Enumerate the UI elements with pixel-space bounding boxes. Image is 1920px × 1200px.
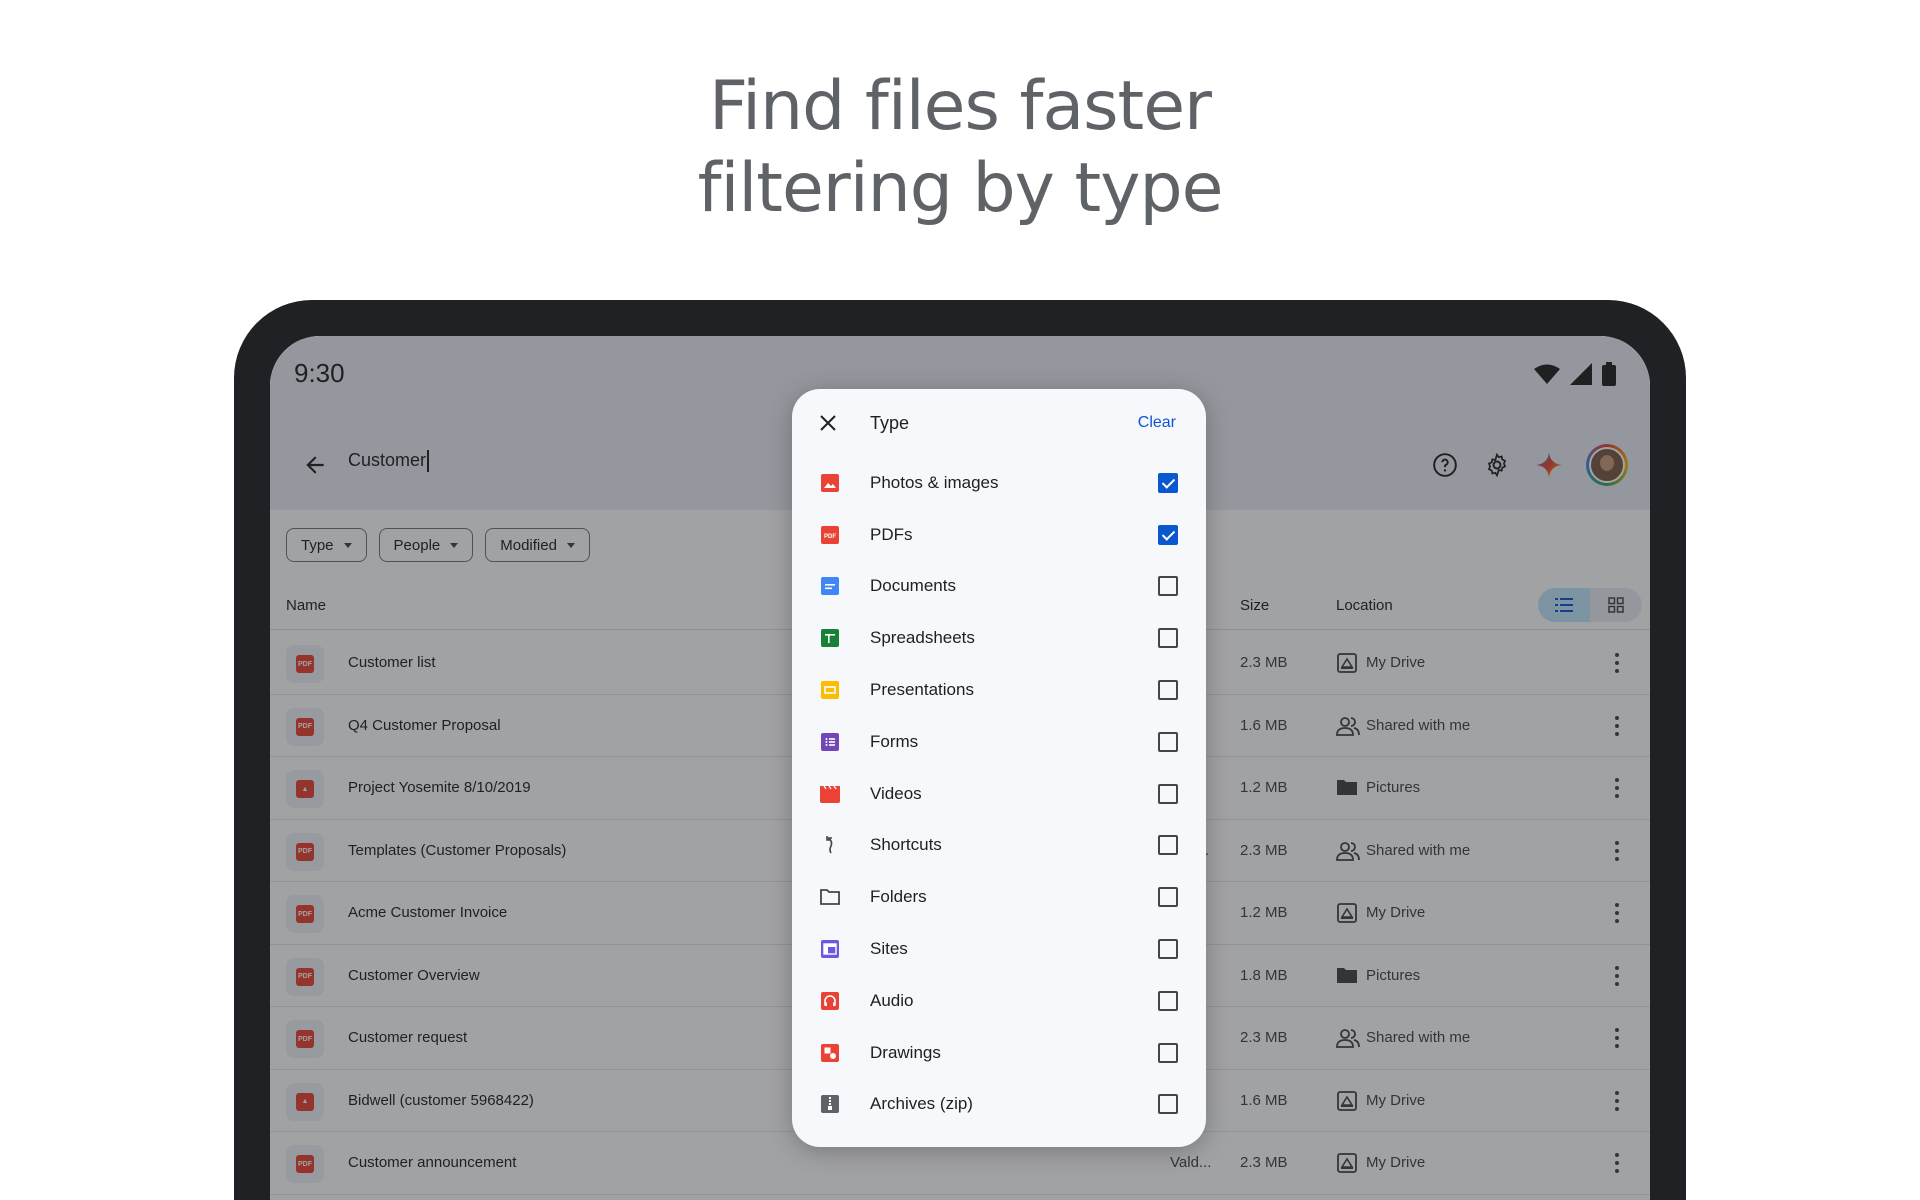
pdf-icon: PDF (820, 525, 840, 545)
type-option-label: Drawings (870, 1042, 941, 1062)
type-option-label: Videos (870, 783, 922, 803)
photo-icon (820, 473, 840, 493)
type-option-spreadsheets[interactable]: Spreadsheets (792, 612, 1206, 664)
forms-icon (820, 732, 840, 752)
checkbox[interactable] (1158, 472, 1178, 493)
close-icon[interactable] (818, 413, 838, 433)
type-option-folders[interactable]: Folders (792, 871, 1206, 923)
dialog-title: Type (870, 413, 910, 433)
headline: Find files faster filtering by type (0, 66, 1920, 230)
checkbox[interactable] (1158, 990, 1178, 1011)
type-option-presentations[interactable]: Presentations (792, 664, 1206, 716)
clear-button[interactable]: Clear (1138, 414, 1176, 432)
type-option-archives-zip[interactable]: Archives (zip) (792, 1079, 1206, 1131)
type-option-audio[interactable]: Audio (792, 975, 1206, 1027)
shortcut-icon (820, 835, 840, 855)
type-options: Photos & images PDF PDFs Documents Spreadshe… (792, 457, 1206, 1130)
checkbox[interactable] (1158, 731, 1178, 752)
checkbox[interactable] (1158, 680, 1178, 701)
type-option-forms[interactable]: Forms (792, 716, 1206, 768)
type-option-label: Spreadsheets (870, 628, 975, 648)
type-option-pdfs[interactable]: PDF PDFs (792, 509, 1206, 561)
type-option-drawings[interactable]: Drawings (792, 1027, 1206, 1079)
sheets-icon (820, 628, 840, 648)
type-option-videos[interactable]: Videos (792, 768, 1206, 820)
checkbox[interactable] (1158, 783, 1178, 804)
type-option-shortcuts[interactable]: Shortcuts (792, 820, 1206, 872)
drawings-icon (820, 1043, 840, 1063)
type-option-label: Folders (870, 887, 927, 907)
promo-page: Find files faster filtering by type 9:30… (0, 0, 1920, 1200)
tablet-screen: 9:30 Customer Type People Modified Name … (270, 336, 1650, 1200)
svg-text:PDF: PDF (824, 534, 836, 540)
checkbox[interactable] (1158, 1042, 1178, 1063)
checkbox[interactable] (1158, 1094, 1178, 1115)
archive-icon (820, 1094, 840, 1114)
checkbox[interactable] (1158, 576, 1178, 597)
folder-icon (820, 887, 840, 907)
audio-icon (820, 991, 840, 1011)
type-option-label: PDFs (870, 524, 913, 544)
type-option-label: Photos & images (870, 472, 999, 492)
type-option-label: Archives (zip) (870, 1094, 973, 1114)
checkbox[interactable] (1158, 628, 1178, 649)
headline-line-2: filtering by type (697, 149, 1224, 228)
headline-line-1: Find files faster (708, 67, 1212, 146)
type-option-label: Sites (870, 939, 908, 959)
type-option-photos-images[interactable]: Photos & images (792, 457, 1206, 509)
type-option-label: Audio (870, 990, 914, 1010)
type-option-label: Shortcuts (870, 835, 942, 855)
tablet-frame: 9:30 Customer Type People Modified Name … (234, 300, 1686, 1200)
type-option-sites[interactable]: Sites (792, 923, 1206, 975)
type-filter-dialog: Type Clear Photos & images PDF PDFs Documen… (792, 389, 1206, 1147)
checkbox[interactable] (1158, 887, 1178, 908)
checkbox[interactable] (1158, 524, 1178, 545)
dialog-header: Type Clear (792, 389, 1206, 457)
type-option-label: Documents (870, 576, 956, 596)
checkbox[interactable] (1158, 835, 1178, 856)
type-option-documents[interactable]: Documents (792, 561, 1206, 613)
type-option-label: Presentations (870, 680, 974, 700)
docs-icon (820, 576, 840, 596)
type-option-label: Forms (870, 731, 919, 751)
slides-icon (820, 680, 840, 700)
checkbox[interactable] (1158, 939, 1178, 960)
video-icon (820, 784, 840, 804)
sites-icon (820, 939, 840, 959)
